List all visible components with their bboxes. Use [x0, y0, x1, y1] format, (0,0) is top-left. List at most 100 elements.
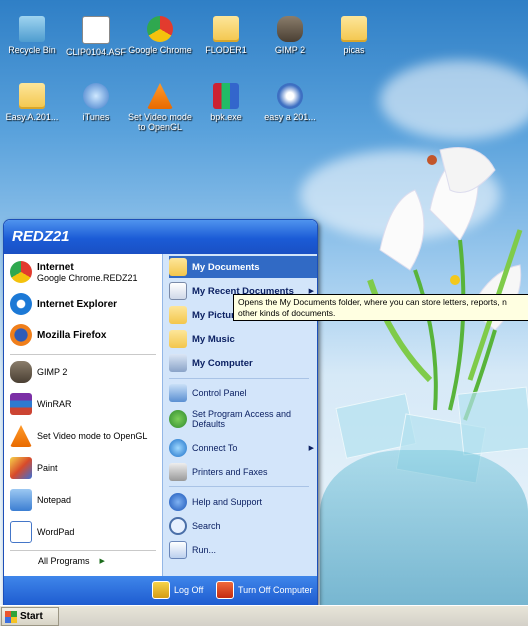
- desktop-icon-label: Set Video mode to OpenGL: [128, 112, 192, 132]
- firefox-icon: [10, 324, 32, 346]
- desktop-icon-recycle-bin[interactable]: Recycle Bin: [0, 16, 64, 55]
- recent-item-label: GIMP 2: [37, 367, 68, 377]
- paint-icon: [10, 457, 32, 479]
- desktop-icon-label: bpk.exe: [210, 112, 242, 122]
- start-menu: REDZ21 Internet Google Chrome.REDZ21 Int…: [3, 219, 318, 605]
- water-decoration: [320, 450, 528, 605]
- gimp-icon: [10, 361, 32, 383]
- desktop-icon-label: CLIP0104.ASF: [65, 47, 127, 57]
- desktop-icon-bpk[interactable]: bpk.exe: [194, 83, 258, 122]
- all-programs-button[interactable]: All Programs ▶: [38, 556, 105, 566]
- log-off-icon: [152, 581, 170, 599]
- settings-item-label: Control Panel: [192, 388, 247, 398]
- search-icon: [169, 517, 187, 535]
- desktop-icon-picas[interactable]: picas: [322, 16, 386, 55]
- desktop-icon-google-chrome[interactable]: Google Chrome: [128, 16, 192, 55]
- pinned-item-title: Internet: [37, 261, 74, 273]
- desktop-icon-label: GIMP 2: [274, 45, 306, 55]
- place-item-my-music[interactable]: My Music: [169, 328, 317, 350]
- recent-item-set-video-mode[interactable]: Set Video mode to OpenGL: [10, 422, 160, 450]
- my-documents-icon: [169, 258, 187, 276]
- settings-item-connect-to[interactable]: Connect To ▶: [169, 437, 317, 459]
- ice-decoration: [456, 386, 528, 456]
- recent-item-wordpad[interactable]: WordPad: [10, 518, 160, 546]
- desktop-icon-floder1[interactable]: FLODER1: [194, 16, 258, 55]
- desktop-icon-label: Google Chrome: [128, 45, 192, 55]
- desktop-icon-easy-a-folder[interactable]: Easy.A.201...: [0, 83, 64, 122]
- settings-item-label: Set Program Access and Defaults: [192, 409, 292, 429]
- run-icon: [169, 541, 187, 559]
- help-item-help-support[interactable]: Help and Support: [169, 491, 317, 513]
- windows-logo-icon: [5, 610, 17, 623]
- pinned-item-title: Internet Explorer: [37, 298, 118, 310]
- recycle-bin-icon: [19, 16, 45, 42]
- recent-item-paint[interactable]: Paint: [10, 454, 160, 482]
- turn-off-button[interactable]: Turn Off Computer: [216, 580, 313, 600]
- wordpad-icon: [10, 521, 32, 543]
- recent-item-gimp[interactable]: GIMP 2: [10, 358, 160, 386]
- recent-item-notepad[interactable]: Notepad: [10, 486, 160, 514]
- pinned-item-subtitle: Google Chrome.REDZ21: [37, 272, 138, 283]
- recent-item-winrar[interactable]: WinRAR: [10, 390, 160, 418]
- place-item-label: My Music: [192, 333, 235, 345]
- start-button[interactable]: Start: [1, 607, 59, 626]
- menu-separator: [169, 378, 309, 379]
- recent-item-label: Paint: [37, 463, 58, 473]
- place-item-my-documents[interactable]: My Documents: [169, 256, 317, 278]
- desktop-icon-clip0104[interactable]: CLIP0104.ASF: [64, 16, 128, 57]
- pinned-item-internet[interactable]: Internet Google Chrome.REDZ21: [10, 258, 160, 286]
- gimp-icon: [277, 16, 303, 42]
- chrome-icon: [10, 261, 32, 283]
- pinned-item-internet-explorer[interactable]: Internet Explorer: [10, 290, 160, 318]
- start-menu-user-name: REDZ21: [4, 220, 317, 254]
- recent-item-label: Set Video mode to OpenGL: [37, 431, 148, 441]
- all-programs-label: All Programs: [38, 556, 90, 566]
- log-off-label: Log Off: [174, 585, 204, 595]
- log-off-button[interactable]: Log Off: [152, 580, 203, 600]
- my-pictures-icon: [169, 306, 187, 324]
- help-item-label: Run...: [192, 545, 217, 555]
- folder-icon: [341, 16, 367, 42]
- settings-item-label: Printers and Faxes: [192, 467, 268, 477]
- recent-item-label: Notepad: [37, 495, 72, 505]
- vlc-icon: [10, 425, 32, 447]
- start-label: Start: [20, 611, 43, 622]
- printer-icon: [169, 463, 187, 481]
- desktop: Recycle Bin CLIP0104.ASF Google Chrome F…: [0, 0, 528, 605]
- place-item-my-computer[interactable]: My Computer: [169, 352, 317, 374]
- power-icon: [216, 581, 234, 599]
- my-music-icon: [169, 330, 187, 348]
- settings-item-control-panel[interactable]: Control Panel: [169, 382, 317, 404]
- turn-off-label: Turn Off Computer: [238, 585, 313, 595]
- ie-icon: [10, 293, 32, 315]
- help-item-run[interactable]: Run...: [169, 539, 317, 561]
- help-item-search[interactable]: Search: [169, 515, 317, 537]
- menu-separator: [10, 550, 156, 551]
- chrome-icon: [147, 16, 173, 42]
- recent-item-label: WordPad: [37, 527, 75, 537]
- my-computer-icon: [169, 354, 187, 372]
- help-item-label: Search: [192, 521, 221, 531]
- settings-item-program-access[interactable]: Set Program Access and Defaults: [169, 404, 317, 434]
- desktop-icon-label: Recycle Bin: [8, 45, 56, 55]
- start-menu-programs-pane: Internet Google Chrome.REDZ21 Internet E…: [4, 254, 162, 576]
- itunes-icon: [83, 83, 109, 109]
- desktop-icon-label: picas: [343, 45, 365, 55]
- place-item-label: My Documents: [192, 261, 260, 273]
- desktop-icon-gimp[interactable]: GIMP 2: [258, 16, 322, 55]
- pinned-item-mozilla-firefox[interactable]: Mozilla Firefox: [10, 321, 160, 349]
- winrar-icon: [10, 393, 32, 415]
- media-file-icon: [82, 16, 110, 44]
- chevron-right-icon: ▶: [308, 445, 314, 452]
- notepad-icon: [10, 489, 32, 511]
- control-panel-icon: [169, 384, 187, 402]
- vlc-icon: [147, 83, 173, 109]
- desktop-icon-itunes[interactable]: iTunes: [64, 83, 128, 122]
- desktop-icon-easy-a-media[interactable]: easy a 201...: [258, 83, 322, 122]
- desktop-icon-set-video-mode[interactable]: Set Video mode to OpenGL: [128, 83, 192, 132]
- chevron-right-icon: ▶: [99, 558, 105, 565]
- settings-item-printers-faxes[interactable]: Printers and Faxes: [169, 461, 317, 483]
- desktop-icon-label: easy a 201...: [264, 112, 316, 122]
- my-documents-tooltip: Opens the My Documents folder, where you…: [233, 294, 528, 321]
- help-item-label: Help and Support: [192, 497, 263, 507]
